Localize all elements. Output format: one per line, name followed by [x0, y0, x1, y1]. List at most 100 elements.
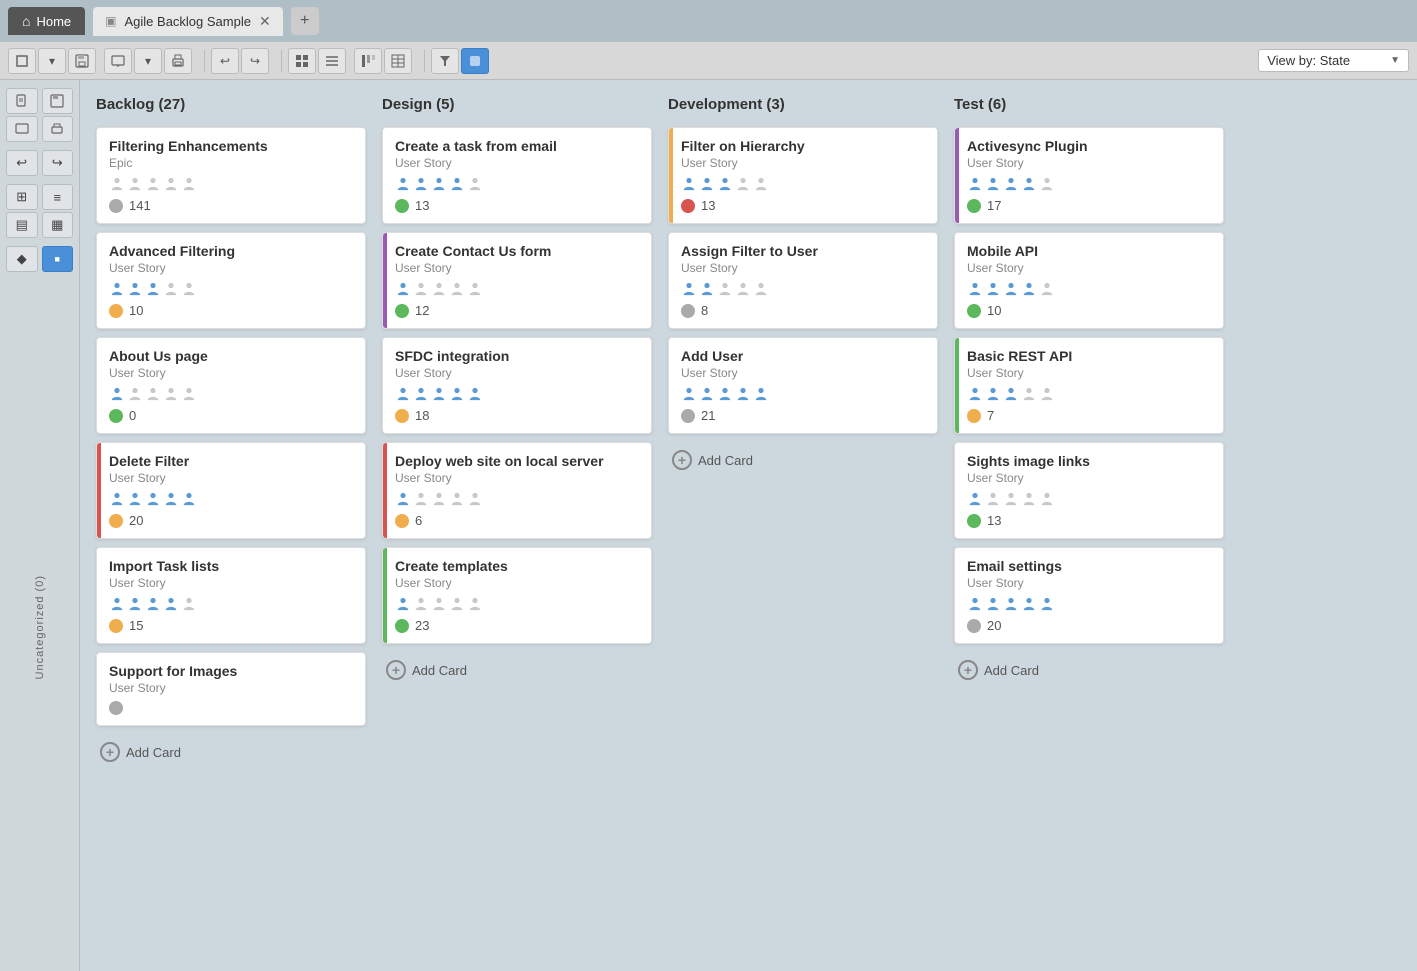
card-d3[interactable]: SFDC integrationUser Story 18: [382, 337, 652, 434]
undo-button[interactable]: ↩: [211, 48, 239, 74]
sidebar-row-4: ⊞ ≡: [6, 184, 73, 210]
column-design: Design (5)Create a task from emailUser S…: [382, 96, 652, 770]
card-c6[interactable]: Support for ImagesUser Story: [96, 652, 366, 726]
sidebar-monitor-btn[interactable]: [6, 116, 38, 142]
card-footer-dev1: 13: [681, 198, 925, 213]
card-dev2[interactable]: Assign Filter to UserUser Story 8: [668, 232, 938, 329]
card-d4[interactable]: Deploy web site on local serverUser Stor…: [382, 442, 652, 539]
card-footer-c3: 0: [109, 408, 353, 423]
avatar-c4-3: [163, 491, 179, 507]
card-d1[interactable]: Create a task from emailUser Story 13: [382, 127, 652, 224]
toolbar-btn-dropdown1[interactable]: ▾: [38, 48, 66, 74]
sidebar-save-btn[interactable]: [42, 88, 74, 114]
avatar-c5-1: [127, 596, 143, 612]
sidebar-page-btn[interactable]: [6, 88, 38, 114]
avatar-dev1-0: [681, 176, 697, 192]
card-t3[interactable]: Basic REST APIUser Story 7: [954, 337, 1224, 434]
redo-button[interactable]: ↪: [241, 48, 269, 74]
add-card-design[interactable]: +Add Card: [382, 652, 652, 688]
grid-view-button[interactable]: [288, 48, 316, 74]
card-number-t2: 10: [987, 303, 1001, 318]
sidebar-filter-btn[interactable]: ◆: [6, 246, 38, 272]
sidebar-color-btn[interactable]: ■: [42, 246, 74, 272]
card-accent-t5: [955, 548, 959, 643]
list-view-button[interactable]: [318, 48, 346, 74]
avatar-dev3-3: [735, 386, 751, 402]
close-tab-icon[interactable]: ✕: [259, 13, 271, 30]
avatar-c2-1: [127, 281, 143, 297]
card-number-dev1: 13: [701, 198, 715, 213]
sidebar-print-btn[interactable]: [42, 116, 74, 142]
status-dot-t3: [967, 409, 981, 423]
sidebar-list-btn[interactable]: ≡: [42, 184, 74, 210]
avatar-d2-3: [449, 281, 465, 297]
avatar-c2-0: [109, 281, 125, 297]
sidebar-icon-group-1: [0, 88, 79, 142]
card-t2[interactable]: Mobile APIUser Story 10: [954, 232, 1224, 329]
card-footer-d1: 13: [395, 198, 639, 213]
avatar-dev2-2: [717, 281, 733, 297]
toolbar-btn-print[interactable]: [164, 48, 192, 74]
card-t4[interactable]: Sights image linksUser Story 13: [954, 442, 1224, 539]
card-type-c6: User Story: [109, 681, 353, 695]
add-card-backlog[interactable]: +Add Card: [96, 734, 366, 770]
sidebar-undo-btn[interactable]: ↩: [6, 150, 38, 176]
add-card-development[interactable]: +Add Card: [668, 442, 938, 478]
avatar-d5-3: [449, 596, 465, 612]
card-d2[interactable]: Create Contact Us formUser Story 12: [382, 232, 652, 329]
card-footer-t5: 20: [967, 618, 1211, 633]
document-tab[interactable]: ▣ Agile Backlog Sample ✕: [93, 7, 283, 36]
toolbar-btn-page[interactable]: [8, 48, 36, 74]
toolbar-group-1: ▾: [8, 48, 96, 74]
add-tab-button[interactable]: +: [291, 7, 319, 35]
column-header-test: Test (6): [954, 96, 1224, 117]
card-number-d2: 12: [415, 303, 429, 318]
card-c4[interactable]: Delete FilterUser Story 20: [96, 442, 366, 539]
avatar-t1-1: [985, 176, 1001, 192]
toolbar-group-layout: [354, 48, 412, 74]
avatar-t2-1: [985, 281, 1001, 297]
sidebar-table-btn[interactable]: ▦: [42, 212, 74, 238]
add-card-test[interactable]: +Add Card: [954, 652, 1224, 688]
home-tab[interactable]: ⌂ Home: [8, 7, 85, 35]
card-number-t4: 13: [987, 513, 1001, 528]
card-type-c4: User Story: [109, 471, 353, 485]
card-c2[interactable]: Advanced FilteringUser Story 10: [96, 232, 366, 329]
card-c5[interactable]: Import Task listsUser Story 15: [96, 547, 366, 644]
toolbar-btn-dropdown2[interactable]: ▾: [134, 48, 162, 74]
card-accent-t1: [955, 128, 959, 223]
view-by-select[interactable]: View by: State ▼: [1258, 49, 1409, 72]
status-dot-c1: [109, 199, 123, 213]
sidebar-grid-btn[interactable]: ⊞: [6, 184, 38, 210]
card-t5[interactable]: Email settingsUser Story 20: [954, 547, 1224, 644]
card-number-t1: 17: [987, 198, 1001, 213]
card-type-c2: User Story: [109, 261, 353, 275]
sidebar-redo-btn[interactable]: ↪: [42, 150, 74, 176]
kanban-view-button[interactable]: [354, 48, 382, 74]
toolbar-btn-save[interactable]: [68, 48, 96, 74]
avatar-c5-2: [145, 596, 161, 612]
toolbar-group-undo: ↩ ↪: [211, 48, 269, 74]
avatar-d3-4: [467, 386, 483, 402]
card-c1[interactable]: Filtering EnhancementsEpic 141: [96, 127, 366, 224]
avatar-c3-0: [109, 386, 125, 402]
card-dev1[interactable]: Filter on HierarchyUser Story 13: [668, 127, 938, 224]
board-columns: Backlog (27)Filtering EnhancementsEpic 1…: [96, 96, 1401, 770]
avatar-d4-2: [431, 491, 447, 507]
card-d5[interactable]: Create templatesUser Story 23: [382, 547, 652, 644]
card-avatars-t4: [967, 491, 1211, 507]
avatar-d5-2: [431, 596, 447, 612]
card-c3[interactable]: About Us pageUser Story 0: [96, 337, 366, 434]
card-dev3[interactable]: Add UserUser Story 21: [668, 337, 938, 434]
card-t1[interactable]: Activesync PluginUser Story 17: [954, 127, 1224, 224]
table-view-button[interactable]: [384, 48, 412, 74]
sidebar-row-1: [6, 88, 73, 114]
toolbar-btn-screen[interactable]: [104, 48, 132, 74]
card-title-c1: Filtering Enhancements: [109, 138, 353, 154]
sidebar-kanban-btn[interactable]: ▤: [6, 212, 38, 238]
card-footer-c4: 20: [109, 513, 353, 528]
filter-button[interactable]: [431, 48, 459, 74]
color-button[interactable]: [461, 48, 489, 74]
avatar-c2-3: [163, 281, 179, 297]
avatar-t3-3: [1021, 386, 1037, 402]
